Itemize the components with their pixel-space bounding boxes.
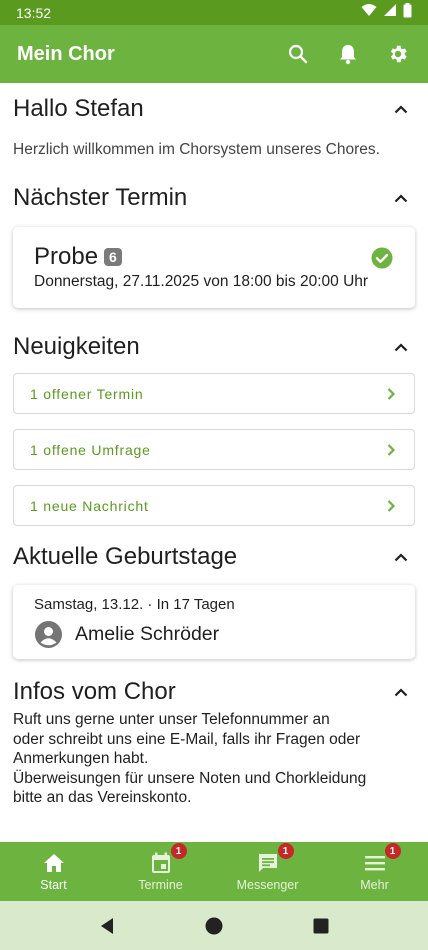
welcome-text: Herzlich willkommen im Chorsystem unsere… — [13, 141, 380, 158]
info-line: Ruft uns gerne unter unser Telefonnummer… — [13, 711, 330, 728]
news-item-open-poll[interactable]: 1 offene Umfrage — [13, 429, 415, 470]
tab-label: Termine — [138, 878, 183, 892]
news-item-new-message[interactable]: 1 neue Nachricht — [13, 485, 415, 526]
chevron-right-icon — [384, 443, 398, 457]
wifi-icon — [361, 3, 377, 22]
status-time: 13:52 — [16, 4, 52, 21]
app-bar: Mein Chor — [0, 25, 428, 83]
greeting-title: Hallo Stefan — [13, 95, 144, 122]
bottom-nav: Start 1 Termine 1 Messenger 1 Mehr — [0, 842, 428, 901]
info-line: Überweisungen für unsere Noten und Chork… — [13, 769, 367, 787]
status-bar: 13:52 — [0, 0, 428, 25]
news-item-label: 1 offener Termin — [30, 385, 144, 402]
birthdays-section-title: Aktuelle Geburtstage — [13, 543, 238, 570]
app-title: Mein Chor — [17, 42, 115, 65]
tab-start[interactable]: Start — [0, 842, 107, 901]
menu-icon: 1 — [363, 843, 401, 875]
chevron-up-icon[interactable] — [390, 98, 412, 120]
recents-icon[interactable] — [313, 918, 329, 934]
chevron-up-icon[interactable] — [390, 546, 412, 568]
app-bar-actions — [285, 41, 411, 67]
tab-label: Start — [40, 878, 67, 892]
event-date: Donnerstag, 27.11.2025 von 18:00 bis 20:… — [34, 273, 369, 290]
chat-icon: 1 — [256, 843, 294, 875]
tab-label: Mehr — [360, 878, 389, 892]
news-item-label: 1 neue Nachricht — [30, 497, 149, 514]
birthday-name: Amelie Schröder — [75, 623, 220, 645]
birthdays-header: Aktuelle Geburtstage — [13, 543, 412, 571]
system-icons — [361, 2, 412, 23]
birthday-date: Samstag, 13.12. · In 17 Tagen — [34, 596, 235, 613]
avatar-icon — [35, 621, 62, 648]
event-title-row: Probe 6 — [34, 243, 122, 271]
tab-label: Messenger — [236, 878, 299, 892]
calendar-icon: 1 — [149, 843, 187, 875]
search-icon[interactable] — [285, 41, 311, 67]
tab-messenger[interactable]: 1 Messenger — [214, 842, 321, 901]
tab-termine[interactable]: 1 Termine — [107, 842, 214, 901]
bell-icon[interactable] — [335, 41, 361, 67]
birthday-card[interactable]: Samstag, 13.12. · In 17 Tagen Amelie Sch… — [13, 585, 415, 659]
info-section-title: Infos vom Chor — [13, 678, 176, 705]
info-line: Anmerkungen habt. — [13, 750, 149, 767]
news-section-title: Neuigkeiten — [13, 333, 140, 360]
home-icon — [42, 851, 66, 875]
notification-badge: 1 — [170, 843, 187, 859]
gear-icon[interactable] — [385, 41, 411, 67]
event-count-badge: 6 — [104, 248, 122, 266]
main-content: Hallo Stefan Herzlich willkommen im Chor… — [0, 83, 428, 842]
next-event-header: Nächster Termin — [13, 184, 412, 212]
greeting-header: Hallo Stefan — [13, 95, 412, 123]
home-circle-icon[interactable] — [205, 917, 223, 935]
back-icon[interactable] — [99, 917, 115, 935]
chevron-right-icon — [384, 387, 398, 401]
check-circle-icon — [371, 247, 393, 269]
signal-icon — [383, 3, 397, 22]
tab-mehr[interactable]: 1 Mehr — [321, 842, 428, 901]
system-nav-bar — [0, 901, 428, 950]
info-header: Infos vom Chor — [13, 678, 412, 706]
chevron-up-icon[interactable] — [390, 681, 412, 703]
chevron-up-icon[interactable] — [390, 187, 412, 209]
notification-badge: 1 — [277, 843, 294, 859]
info-line: bitte an das Vereinskonto. — [13, 789, 192, 806]
event-title: Probe — [34, 243, 99, 270]
info-text: Ruft uns gerne unter unser Telefonnummer… — [13, 710, 413, 808]
news-item-open-event[interactable]: 1 offener Termin — [13, 373, 415, 414]
info-line: oder schreibt uns eine E-Mail, falls ihr… — [13, 730, 361, 748]
notification-badge: 1 — [384, 843, 401, 859]
news-item-label: 1 offene Umfrage — [30, 441, 151, 458]
chevron-up-icon[interactable] — [390, 336, 412, 358]
next-event-card[interactable]: Probe 6 Donnerstag, 27.11.2025 von 18:00… — [13, 227, 415, 308]
next-event-section-title: Nächster Termin — [13, 184, 188, 211]
battery-icon — [403, 2, 412, 23]
news-header: Neuigkeiten — [13, 333, 412, 361]
chevron-right-icon — [384, 499, 398, 513]
